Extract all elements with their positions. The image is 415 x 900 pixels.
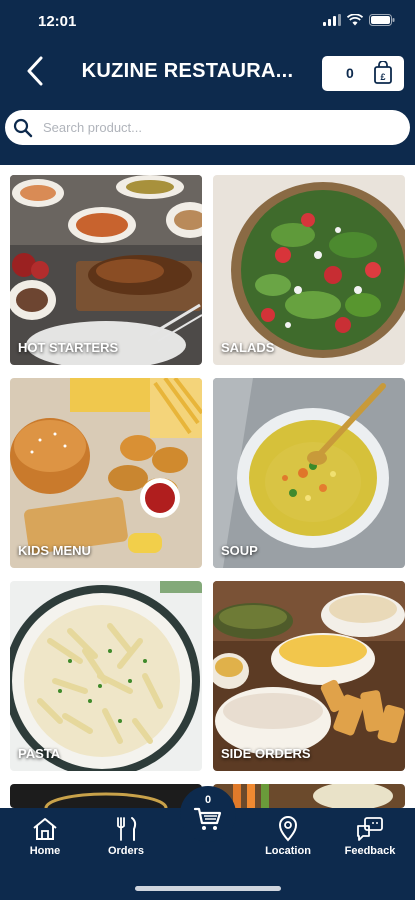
partial-tile-image	[10, 784, 202, 808]
signal-icon	[323, 14, 341, 26]
salads-image	[213, 175, 405, 365]
nav-label: Orders	[107, 845, 145, 857]
nav-label: Feedback	[344, 845, 396, 857]
back-button[interactable]	[18, 54, 52, 88]
battery-icon	[369, 14, 395, 26]
wifi-icon	[347, 14, 363, 26]
category-label: PASTA	[18, 746, 61, 761]
status-icons	[323, 14, 395, 26]
shopping-bag-icon: £	[374, 61, 392, 84]
nav-feedback[interactable]: Feedback	[335, 816, 405, 857]
category-label: KIDS MENU	[18, 543, 91, 558]
kids-menu-image	[10, 378, 202, 568]
category-tile-partial[interactable]	[10, 784, 202, 808]
status-time: 12:01	[38, 13, 77, 30]
svg-text:£: £	[380, 72, 385, 82]
home-icon	[33, 818, 57, 840]
nav-location[interactable]: Location	[253, 816, 323, 857]
category-tile-pasta[interactable]: PASTA	[10, 581, 202, 771]
category-tile-hot-starters[interactable]: HOT STARTERS	[10, 175, 202, 365]
cart-icon	[193, 807, 222, 830]
app-header: 12:01 KUZINE RESTAURA... 0 £ Search prod…	[0, 0, 415, 165]
utensils-icon	[117, 817, 137, 841]
hot-starters-image	[10, 175, 202, 365]
search-input[interactable]	[43, 120, 383, 135]
search-icon	[13, 118, 33, 137]
category-label: SALADS	[221, 340, 275, 355]
cart-fab-button[interactable]: 0	[180, 786, 236, 842]
fab-cart-count: 0	[204, 794, 212, 806]
soup-image	[213, 378, 405, 568]
status-bar: 12:01	[0, 0, 415, 44]
cart-count: 0	[346, 65, 354, 81]
nav-orders[interactable]: Orders	[91, 816, 161, 857]
cart-button[interactable]: 0 £	[322, 56, 404, 91]
nav-home[interactable]: Home	[10, 816, 80, 857]
category-tile-side-orders[interactable]: SIDE ORDERS	[213, 581, 405, 771]
home-indicator	[135, 886, 281, 891]
side-orders-image	[213, 581, 405, 771]
pasta-image	[10, 581, 202, 771]
partial-tile-image	[213, 784, 405, 808]
category-tile-partial[interactable]	[213, 784, 405, 808]
chevron-left-icon	[27, 56, 43, 86]
page-title: KUZINE RESTAURA...	[81, 60, 294, 82]
search-bar[interactable]	[5, 110, 410, 145]
category-label: SIDE ORDERS	[221, 746, 311, 761]
feedback-icon	[357, 817, 383, 841]
category-label: SOUP	[221, 543, 258, 558]
location-pin-icon	[278, 816, 298, 842]
category-tile-soup[interactable]: SOUP	[213, 378, 405, 568]
nav-label: Location	[265, 845, 311, 857]
category-label: HOT STARTERS	[18, 340, 119, 355]
nav-label: Home	[29, 845, 61, 857]
category-tile-kids-menu[interactable]: KIDS MENU	[10, 378, 202, 568]
category-tile-salads[interactable]: SALADS	[213, 175, 405, 365]
